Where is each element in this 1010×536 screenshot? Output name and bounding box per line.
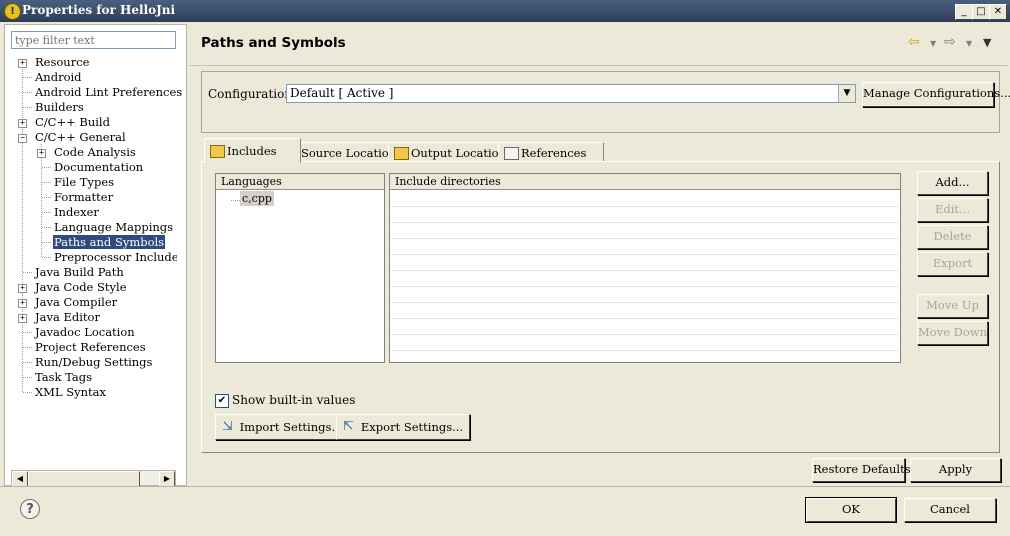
tree-item-java-code-style[interactable]: + Java Code Style (18, 280, 128, 295)
expand-icon[interactable]: + (18, 314, 27, 323)
export-icon: ⇱ (343, 419, 354, 434)
configuration-value: Default [ Active ] (290, 86, 394, 100)
tab-includes[interactable]: Includes (204, 138, 301, 163)
configuration-select[interactable]: Default [ Active ] ▼ (286, 84, 856, 103)
maximize-button[interactable]: □ (972, 4, 990, 20)
help-icon[interactable]: ? (20, 499, 40, 519)
footer-divider (0, 486, 1010, 487)
scroll-right-icon[interactable]: ▶ (159, 471, 175, 487)
move-down-button[interactable]: Move Down (917, 321, 988, 345)
ok-button[interactable]: OK (805, 497, 897, 523)
tree-item-run-debug-settings[interactable]: Run/Debug Settings (18, 355, 153, 370)
tree-item-cpp-general[interactable]: − C/C++ General (18, 130, 127, 145)
tree-item-paths-and-symbols[interactable]: Paths and Symbols (37, 235, 166, 250)
tree-item-documentation[interactable]: Documentation (37, 160, 144, 175)
include-directories-table[interactable]: Include directories (389, 173, 901, 363)
scroll-thumb[interactable] (28, 471, 140, 487)
cancel-button[interactable]: Cancel (904, 498, 996, 522)
view-menu-icon[interactable]: ▼ (983, 36, 991, 49)
collapse-icon[interactable]: − (18, 134, 27, 143)
expand-icon[interactable]: + (18, 299, 27, 308)
tree-item-java-build-path[interactable]: Java Build Path (18, 265, 125, 280)
tab-references[interactable]: References (498, 142, 604, 163)
manage-configurations-button[interactable]: Manage Configurations... (862, 82, 1010, 107)
show-builtin-label: Show built-in values (232, 393, 356, 407)
restore-defaults-button[interactable]: Restore Defaults (812, 458, 911, 482)
tree-item-java-compiler[interactable]: + Java Compiler (18, 295, 118, 310)
tree-item-file-types[interactable]: File Types (37, 175, 115, 190)
tree-item-builders[interactable]: Builders (18, 100, 85, 115)
tree-item-cpp-build[interactable]: + C/C++ Build (18, 115, 111, 130)
include-directories-column-header[interactable]: Include directories (390, 174, 900, 190)
tree-item-indexer[interactable]: Indexer (37, 205, 100, 220)
tree-item-resource[interactable]: + Resource (18, 55, 90, 70)
forward-menu-chevron-icon[interactable]: ▼ (966, 39, 972, 48)
includes-icon (210, 145, 225, 158)
import-settings-button[interactable]: ⇲ Import Settings... (215, 414, 349, 440)
references-icon (504, 147, 519, 160)
tree-item-code-analysis[interactable]: + Code Analysis (37, 145, 137, 160)
tree-horizontal-scrollbar[interactable]: ◀ ▶ (11, 470, 176, 487)
tree-item-javadoc-location[interactable]: Javadoc Location (18, 325, 136, 340)
tree-item-preprocessor-include-paths[interactable]: Preprocessor Include Paths (37, 250, 177, 265)
tree-item-formatter[interactable]: Formatter (37, 190, 114, 205)
export-settings-button[interactable]: ⇱ Export Settings... (336, 414, 470, 440)
export-button[interactable]: Export (917, 252, 988, 276)
chevron-down-icon[interactable]: ▼ (838, 85, 855, 102)
show-builtin-checkbox[interactable]: ✔ (215, 394, 229, 408)
tree-item-project-references[interactable]: Project References (18, 340, 147, 355)
apply-button[interactable]: Apply (910, 458, 1001, 482)
configuration-label: Configuration: (208, 87, 297, 101)
add-button[interactable]: Add... (917, 171, 988, 195)
back-menu-chevron-icon[interactable]: ▼ (930, 39, 936, 48)
tree-item-android[interactable]: Android (18, 70, 83, 85)
window-title: Properties for HelloJni (22, 3, 176, 17)
close-button[interactable]: ✕ (989, 4, 1007, 20)
page-title: Paths and Symbols (201, 35, 346, 51)
delete-button[interactable]: Delete (917, 225, 988, 249)
tree-item-language-mappings[interactable]: Language Mappings (37, 220, 174, 235)
expand-icon[interactable]: + (18, 119, 27, 128)
filter-input[interactable] (11, 31, 176, 49)
minimize-button[interactable]: _ (955, 4, 973, 20)
tree-item-xml-syntax[interactable]: XML Syntax (18, 385, 107, 400)
expand-icon[interactable]: + (37, 149, 46, 158)
back-arrow-icon[interactable]: ⇦ (908, 34, 920, 50)
languages-column-header[interactable]: Languages (216, 174, 384, 190)
move-up-button[interactable]: Move Up (917, 294, 988, 318)
expand-icon[interactable]: + (18, 59, 27, 68)
edit-button[interactable]: Edit... (917, 198, 988, 222)
import-icon: ⇲ (222, 419, 233, 434)
expand-icon[interactable]: + (18, 284, 27, 293)
tree-item-task-tags[interactable]: Task Tags (18, 370, 93, 385)
title-bar[interactable]: ! Properties for HelloJni _ □ ✕ (0, 0, 1010, 22)
tree-item-java-editor[interactable]: + Java Editor (18, 310, 101, 325)
scroll-left-icon[interactable]: ◀ (12, 471, 28, 487)
forward-arrow-icon[interactable]: ⇨ (944, 34, 956, 50)
folder-icon (394, 147, 409, 160)
app-icon: ! (4, 3, 21, 20)
language-item-c-cpp[interactable]: c,cpp (240, 191, 274, 206)
tree-item-android-lint[interactable]: Android Lint Preferences (18, 85, 183, 100)
languages-list[interactable]: Languages c,cpp (215, 173, 385, 363)
